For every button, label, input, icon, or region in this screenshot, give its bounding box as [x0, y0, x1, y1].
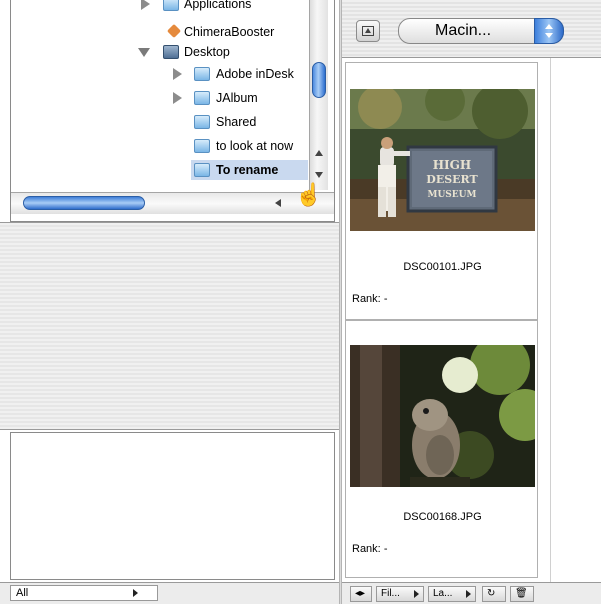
view-toggle-button[interactable]: ◂▸: [350, 586, 372, 602]
svg-text:DESERT: DESERT: [426, 173, 478, 186]
desktop-folder-icon: [163, 45, 179, 59]
thumbnail-rank: Rank: -: [352, 543, 387, 555]
thumbnail-filename: DSC00168.JPG: [403, 511, 482, 523]
popup-arrow-icon: [466, 590, 471, 598]
filter-popup[interactable]: All: [10, 585, 158, 601]
folder-icon: [163, 0, 179, 11]
keywords-pane[interactable]: [10, 432, 335, 580]
svg-text:MUSEUM: MUSEUM: [428, 190, 477, 200]
scroll-down-arrow-icon[interactable]: [315, 172, 323, 178]
view-toggle-icon: ◂▸: [355, 588, 366, 599]
rotate-button[interactable]: ↻: [482, 586, 506, 602]
thumbnail-card[interactable]: DSC00168.JPG Rank: -: [345, 320, 538, 578]
thumbnail-card[interactable]: HIGH DESERT MUSEUM DSC00101.JPG Rank: -: [345, 62, 538, 320]
photo-sign-image: HIGH DESERT MUSEUM: [350, 89, 535, 231]
filter-popup-value: All: [16, 587, 29, 599]
go-up-button[interactable]: [356, 20, 380, 42]
right-panel: Macin... HIGH DESERT MUSEUM DSC00101.JPG…: [342, 0, 601, 604]
disclosure-triangle-icon[interactable]: [173, 92, 182, 104]
left-status-bar: All: [0, 582, 339, 604]
tree-item-jalbum[interactable]: JAlbum: [11, 88, 311, 108]
folder-icon: [194, 67, 210, 81]
rotate-icon: ↻: [487, 588, 496, 599]
tree-item-label: Adobe inDesk: [216, 67, 294, 81]
rank-value: -: [383, 293, 388, 305]
tree-item-label: JAlbum: [216, 91, 258, 105]
folder-icon: [194, 139, 210, 153]
popup-stepper-icon: [534, 18, 564, 44]
disclosure-triangle-open-icon[interactable]: [138, 48, 150, 57]
tree-item-desktop[interactable]: Desktop: [11, 42, 311, 62]
browser-toolbar: Macin...: [342, 0, 601, 58]
thumbnail-filename: DSC00101.JPG: [403, 261, 482, 273]
scroll-thumb[interactable]: [23, 196, 145, 210]
tree-item-label: Shared: [216, 115, 257, 129]
volume-popup-value: Macin...: [435, 22, 492, 39]
app-window: Applications ChimeraBooster Desktop Adob…: [0, 0, 601, 604]
thumbnail-rank: Rank: -: [352, 293, 387, 305]
photo-owl-image: [350, 345, 535, 487]
label-popup-value: La...: [433, 588, 453, 599]
tree-item-label: ChimeraBooster: [184, 25, 275, 39]
disclosure-triangle-icon[interactable]: [173, 68, 182, 80]
tree-horizontal-scrollbar[interactable]: [11, 192, 334, 214]
tree-item-applications[interactable]: Applications: [11, 0, 311, 14]
left-panel: Applications ChimeraBooster Desktop Adob…: [0, 0, 339, 604]
right-status-bar: ◂▸ Fil... La... ↻ 🗑: [342, 582, 601, 604]
tree-item-label: to look at now: [216, 139, 294, 153]
rank-label: Rank:: [352, 543, 381, 555]
folder-up-icon: [362, 26, 374, 36]
tree-item-to-rename[interactable]: To rename: [191, 160, 308, 180]
hand-cursor-icon: ☝: [295, 182, 323, 207]
tree-item-label: To rename: [216, 163, 279, 177]
folder-tree[interactable]: Applications ChimeraBooster Desktop Adob…: [10, 0, 335, 222]
tree-item-label: Desktop: [184, 45, 230, 59]
scroll-up-arrow-icon[interactable]: [315, 150, 323, 156]
sort-by-value: Fil...: [381, 588, 400, 599]
trash-button[interactable]: 🗑: [510, 586, 534, 602]
scroll-thumb[interactable]: [312, 62, 326, 98]
tree-item-adobe-indesign[interactable]: Adobe inDesk: [11, 64, 311, 84]
app-icon: [168, 25, 184, 39]
photo-thumbnail[interactable]: [350, 345, 535, 487]
tree-item-chimerabooster[interactable]: ChimeraBooster: [11, 22, 311, 42]
photo-thumbnail[interactable]: HIGH DESERT MUSEUM: [350, 89, 535, 231]
tree-item-shared[interactable]: Shared: [11, 112, 311, 132]
scroll-left-arrow-icon[interactable]: [275, 199, 281, 207]
preview-pane: [0, 222, 339, 430]
popup-arrow-icon: [414, 590, 419, 598]
thumbnail-grid[interactable]: HIGH DESERT MUSEUM DSC00101.JPG Rank: -: [342, 58, 601, 582]
tree-vertical-scrollbar[interactable]: [309, 0, 328, 190]
folder-icon: [194, 91, 210, 105]
sort-by-popup[interactable]: Fil...: [376, 586, 424, 602]
trash-icon: 🗑: [515, 588, 528, 599]
label-popup[interactable]: La...: [428, 586, 476, 602]
tree-item-label: Applications: [184, 0, 252, 11]
tree-item-to-look-at-now[interactable]: to look at now: [11, 136, 311, 156]
popup-arrow-icon: [133, 589, 138, 597]
folder-icon: [194, 163, 210, 177]
folder-icon: [194, 115, 210, 129]
rank-value: -: [383, 543, 388, 555]
svg-text:HIGH: HIGH: [433, 158, 472, 172]
rank-label: Rank:: [352, 293, 381, 305]
column-divider: [550, 58, 551, 582]
disclosure-triangle-icon[interactable]: [141, 0, 150, 10]
volume-popup[interactable]: Macin...: [398, 18, 564, 44]
